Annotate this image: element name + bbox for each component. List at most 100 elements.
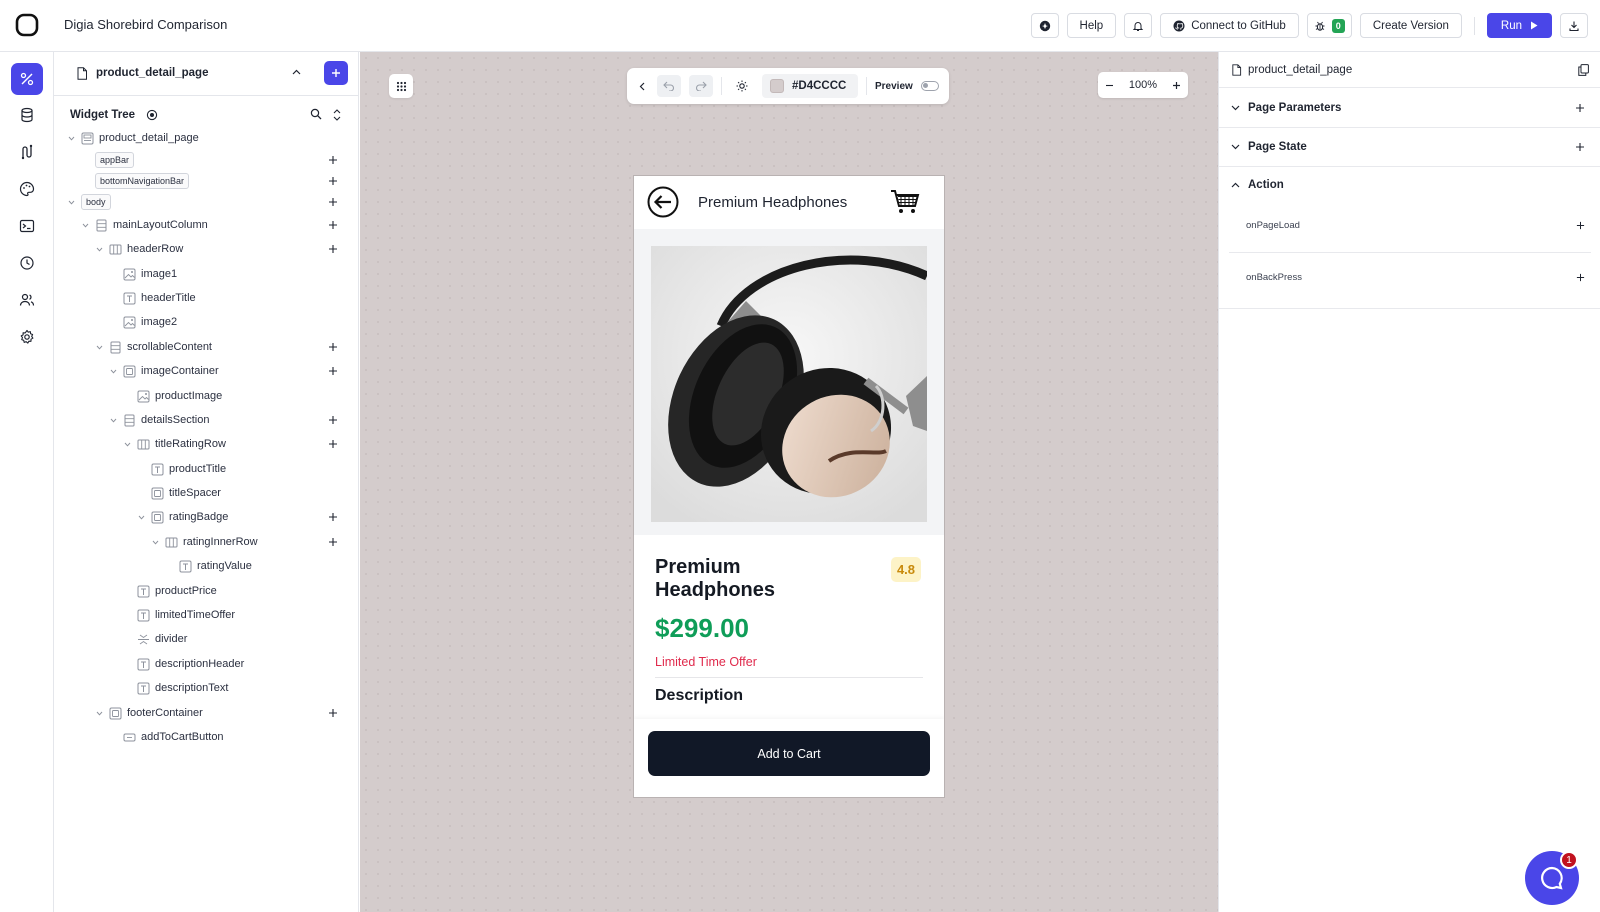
help-button[interactable]: Help bbox=[1066, 13, 1117, 38]
rail-design-button[interactable] bbox=[11, 63, 43, 95]
back-arrow-icon[interactable] bbox=[647, 186, 679, 218]
rail-database-button[interactable] bbox=[11, 99, 43, 131]
add-child-icon[interactable] bbox=[328, 537, 338, 547]
redo-button[interactable] bbox=[689, 75, 713, 97]
add-state-icon[interactable] bbox=[1575, 142, 1585, 152]
chevron-down-icon[interactable] bbox=[94, 345, 104, 350]
tree-node-addToCartButton[interactable]: addToCartButton bbox=[108, 727, 224, 747]
tree-node-headerRow[interactable]: headerRow bbox=[94, 239, 183, 259]
notifications-button[interactable] bbox=[1124, 13, 1153, 38]
add-on-back-press-icon[interactable] bbox=[1576, 273, 1585, 282]
tree-node-appBar[interactable]: appBar bbox=[80, 150, 135, 170]
add-child-icon[interactable] bbox=[328, 197, 338, 207]
tree-node-mainLayoutColumn[interactable]: mainLayoutColumn bbox=[80, 215, 208, 235]
add-child-icon[interactable] bbox=[328, 155, 338, 165]
page-parameters-section[interactable]: Page Parameters bbox=[1219, 88, 1600, 128]
chevron-down-icon[interactable] bbox=[66, 136, 76, 141]
zoom-in-icon[interactable] bbox=[1172, 81, 1181, 90]
chevron-up-icon[interactable] bbox=[1231, 182, 1240, 188]
chevron-up-icon[interactable] bbox=[292, 69, 301, 75]
tree-node-divider[interactable]: divider bbox=[122, 629, 187, 649]
chevron-down-icon[interactable] bbox=[80, 223, 90, 228]
add-child-icon[interactable] bbox=[328, 176, 338, 186]
tree-node-descriptionText[interactable]: descriptionText bbox=[122, 678, 228, 698]
undo-button[interactable] bbox=[657, 75, 681, 97]
preview-toggle[interactable] bbox=[920, 81, 939, 91]
tree-node-headerTitle[interactable]: headerTitle bbox=[108, 288, 196, 308]
create-version-button[interactable]: Create Version bbox=[1359, 13, 1462, 38]
tree-node-productTitle[interactable]: productTitle bbox=[136, 459, 226, 479]
add-to-cart-button[interactable]: Add to Cart bbox=[648, 731, 930, 776]
chevron-down-icon[interactable] bbox=[108, 418, 118, 423]
zoom-out-icon[interactable] bbox=[1105, 81, 1114, 90]
copy-icon[interactable] bbox=[1578, 64, 1589, 76]
product-image[interactable] bbox=[651, 246, 927, 522]
add-child-icon[interactable] bbox=[328, 415, 338, 425]
locate-icon[interactable] bbox=[146, 109, 158, 121]
chevron-down-icon[interactable] bbox=[136, 515, 146, 520]
rail-settings-button[interactable] bbox=[11, 321, 43, 353]
add-child-icon[interactable] bbox=[328, 512, 338, 522]
rail-history-button[interactable] bbox=[11, 247, 43, 279]
canvas-color-picker[interactable]: #D4CCCC bbox=[762, 74, 858, 98]
add-child-icon[interactable] bbox=[328, 342, 338, 352]
action-on-page-load[interactable]: onPageLoad bbox=[1246, 220, 1300, 231]
tree-node-image2[interactable]: image2 bbox=[108, 312, 177, 332]
add-child-icon[interactable] bbox=[328, 708, 338, 718]
page-state-section[interactable]: Page State bbox=[1219, 128, 1600, 167]
chevron-down-icon[interactable] bbox=[122, 442, 132, 447]
chevron-down-icon[interactable] bbox=[108, 369, 118, 374]
tree-node-imageContainer[interactable]: imageContainer bbox=[108, 361, 219, 381]
action-on-back-press[interactable]: onBackPress bbox=[1246, 272, 1302, 283]
tree-node-productPrice[interactable]: productPrice bbox=[122, 581, 217, 601]
download-button[interactable] bbox=[1560, 13, 1588, 38]
tree-node-footerContainer[interactable]: footerContainer bbox=[94, 703, 203, 723]
tree-node-ratingInnerRow[interactable]: ratingInnerRow bbox=[150, 532, 258, 552]
bug-report-button[interactable]: 0 bbox=[1306, 13, 1352, 38]
footer-container[interactable]: Add to Cart bbox=[634, 719, 944, 797]
rail-users-button[interactable] bbox=[11, 284, 43, 316]
run-button[interactable]: Run bbox=[1486, 13, 1552, 38]
tree-node-ratingBadge[interactable]: ratingBadge bbox=[136, 507, 228, 527]
connect-github-button[interactable]: Connect to GitHub bbox=[1160, 13, 1299, 38]
widget-palette-button[interactable] bbox=[389, 74, 413, 98]
app-bar[interactable]: Premium Headphones bbox=[634, 176, 944, 229]
collapse-toolbar-button[interactable] bbox=[635, 75, 649, 97]
add-page-button[interactable] bbox=[324, 61, 348, 85]
add-parameter-icon[interactable] bbox=[1575, 103, 1585, 113]
tree-node-body[interactable]: body bbox=[66, 192, 111, 212]
add-child-icon[interactable] bbox=[328, 366, 338, 376]
tree-node-image1[interactable]: image1 bbox=[108, 264, 177, 284]
search-icon[interactable] bbox=[310, 108, 322, 120]
ai-assistant-button[interactable] bbox=[1030, 13, 1059, 38]
page-selector[interactable]: product_detail_page bbox=[54, 52, 358, 96]
details-section[interactable]: Premium Headphones 4.8 $299.00 Limited T… bbox=[634, 535, 944, 719]
tree-node-scrollableContent[interactable]: scrollableContent bbox=[94, 337, 212, 357]
rail-theme-button[interactable] bbox=[11, 173, 43, 205]
tree-node-titleSpacer[interactable]: titleSpacer bbox=[136, 483, 221, 503]
zoom-level[interactable]: 100% bbox=[1129, 79, 1157, 91]
shopping-cart-icon[interactable] bbox=[890, 188, 920, 216]
tree-node-bottomNavigationBar[interactable]: bottomNavigationBar bbox=[80, 171, 190, 191]
image-container[interactable] bbox=[634, 229, 944, 535]
device-preview[interactable]: Premium Headphones Premium Headphones 4.… bbox=[633, 175, 945, 798]
tree-node-limitedTimeOffer[interactable]: limitedTimeOffer bbox=[122, 605, 235, 625]
tree-node-productImage[interactable]: productImage bbox=[122, 386, 222, 406]
add-on-page-load-icon[interactable] bbox=[1576, 221, 1585, 230]
design-canvas[interactable]: #D4CCCC Preview 100% Premium Headphones bbox=[360, 52, 1218, 912]
tree-node-ratingValue[interactable]: ratingValue bbox=[164, 556, 252, 576]
theme-toggle-button[interactable] bbox=[730, 75, 754, 97]
add-child-icon[interactable] bbox=[328, 220, 338, 230]
expand-collapse-icon[interactable] bbox=[332, 108, 342, 122]
tree-node-titleRatingRow[interactable]: titleRatingRow bbox=[122, 434, 226, 454]
app-logo-icon[interactable] bbox=[15, 13, 39, 37]
chevron-down-icon[interactable] bbox=[94, 247, 104, 252]
tree-node-product_detail_page[interactable]: product_detail_page bbox=[66, 128, 199, 148]
tree-node-detailsSection[interactable]: detailsSection bbox=[108, 410, 210, 430]
chevron-down-icon[interactable] bbox=[66, 200, 76, 205]
add-child-icon[interactable] bbox=[328, 244, 338, 254]
tree-node-descriptionHeader[interactable]: descriptionHeader bbox=[122, 654, 244, 674]
add-child-icon[interactable] bbox=[328, 439, 338, 449]
chevron-down-icon[interactable] bbox=[150, 540, 160, 545]
rail-console-button[interactable] bbox=[11, 210, 43, 242]
